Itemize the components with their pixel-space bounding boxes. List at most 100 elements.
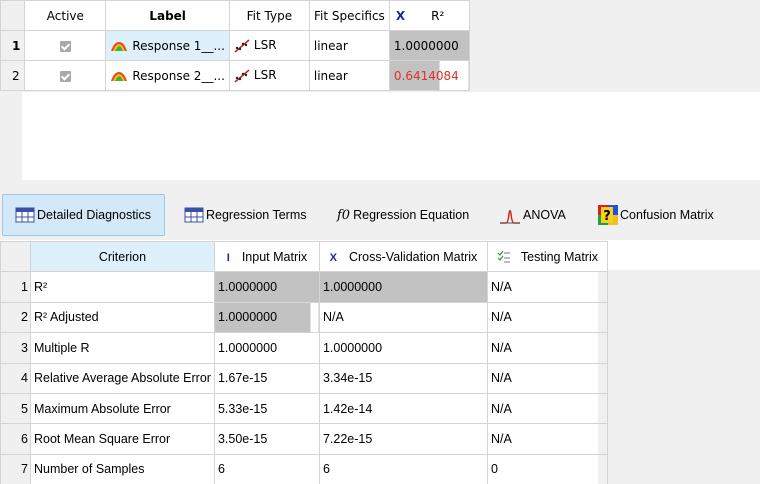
- tab-label: Regression Equation: [353, 208, 470, 222]
- testing-matrix-cell[interactable]: N/A: [486, 362, 608, 394]
- table-row[interactable]: 1 R² 1.0000000 1.0000000 N/A: [0, 271, 608, 303]
- table-row[interactable]: 2 R² Adjusted 1.0000000 N/A N/A: [0, 301, 608, 334]
- col-header-label[interactable]: Label: [105, 0, 230, 31]
- col-header-r2[interactable]: X R²: [388, 0, 470, 31]
- corner-cell[interactable]: [0, 0, 26, 31]
- criterion-cell[interactable]: Relative Average Absolute Error: [30, 362, 215, 394]
- row-number[interactable]: 2: [0, 301, 31, 334]
- corner-cell[interactable]: [0, 240, 31, 273]
- row-number[interactable]: 1: [0, 30, 26, 61]
- table-row[interactable]: 3 Multiple R 1.0000000 1.0000000 N/A: [0, 332, 608, 364]
- criterion-cell[interactable]: Multiple R: [30, 332, 215, 364]
- active-cell[interactable]: [24, 60, 107, 91]
- row-number[interactable]: 6: [0, 423, 31, 455]
- col-header-active[interactable]: Active: [24, 0, 107, 31]
- testing-matrix-cell[interactable]: 0: [486, 453, 608, 484]
- cross-validation-cell[interactable]: N/A: [318, 301, 488, 334]
- lsr-fit-icon: [234, 69, 250, 83]
- cross-validation-cell[interactable]: 1.0000000: [318, 332, 488, 364]
- table-row[interactable]: 7 Number of Samples 6 6 0: [0, 453, 608, 484]
- active-checkbox[interactable]: [59, 40, 71, 52]
- checklist-icon: [497, 251, 510, 263]
- testing-matrix-cell[interactable]: N/A: [486, 392, 608, 425]
- input-matrix-cell[interactable]: 5.33e-15: [213, 392, 320, 425]
- table-row[interactable]: 1 Response 1__... LSR linear 1.0000000: [0, 30, 470, 61]
- tab-confusion-matrix[interactable]: ? Confusion Matrix: [598, 194, 714, 236]
- response-table-header: Active Label Fit Type Fit Specifics X R²: [0, 0, 470, 31]
- criterion-cell[interactable]: Root Mean Square Error: [30, 423, 215, 455]
- cross-validation-cell[interactable]: 1.0000000: [318, 271, 488, 303]
- cross-validation-cell[interactable]: 1.42e-14: [318, 392, 488, 425]
- input-matrix-cell[interactable]: 1.67e-15: [213, 362, 320, 394]
- function-icon: f0: [337, 207, 351, 223]
- response-grid-area: Active Label Fit Type Fit Specifics X R² …: [0, 0, 760, 180]
- diagnostics-table: Criterion I Input Matrix X Cross-Validatio…: [0, 240, 608, 484]
- tab-anova[interactable]: ANOVA: [499, 194, 566, 236]
- col-header-fit-type[interactable]: Fit Type: [228, 0, 310, 31]
- row-number[interactable]: 4: [0, 362, 31, 394]
- cross-validation-cell[interactable]: 3.34e-15: [318, 362, 488, 394]
- label-cell[interactable]: Response 2__...: [105, 60, 230, 91]
- input-matrix-cell[interactable]: 1.0000000: [213, 332, 320, 364]
- table-row[interactable]: 5 Maximum Absolute Error 5.33e-15 1.42e-…: [0, 392, 608, 425]
- response-surface-icon: [111, 71, 128, 81]
- x-matrix-icon: X: [395, 8, 406, 23]
- cross-validation-cell[interactable]: 7.22e-15: [318, 423, 488, 455]
- tab-label: ANOVA: [523, 208, 566, 222]
- col-header-criterion[interactable]: Criterion: [30, 240, 215, 273]
- row-number[interactable]: 1: [0, 271, 31, 303]
- col-header-fit-specifics[interactable]: Fit Specifics: [308, 0, 390, 31]
- active-cell[interactable]: [24, 30, 107, 61]
- row-number[interactable]: 3: [0, 332, 31, 364]
- r2-cell[interactable]: 0.6414084: [388, 60, 470, 91]
- col-header-testing-matrix[interactable]: Testing Matrix: [486, 240, 608, 273]
- criterion-cell[interactable]: R² Adjusted: [30, 301, 215, 334]
- col-header-label: Input Matrix: [241, 249, 308, 264]
- testing-matrix-cell[interactable]: N/A: [486, 301, 608, 334]
- fit-type-text: LSR: [253, 38, 277, 53]
- input-matrix-cell[interactable]: 1.0000000: [213, 271, 320, 303]
- svg-text:?: ?: [603, 209, 611, 224]
- criterion-cell[interactable]: Maximum Absolute Error: [30, 392, 215, 425]
- col-header-r2-label: R²: [431, 8, 445, 23]
- row-number[interactable]: 5: [0, 392, 31, 425]
- col-header-input-matrix[interactable]: I Input Matrix: [213, 240, 320, 273]
- fit-specifics-cell[interactable]: linear: [308, 60, 390, 91]
- input-matrix-icon: I: [226, 251, 230, 264]
- table-row[interactable]: 2 Response 2__... LSR linear 0.6414084: [0, 60, 470, 91]
- criterion-cell[interactable]: Number of Samples: [30, 453, 215, 484]
- r2-cell[interactable]: 1.0000000: [388, 30, 470, 61]
- diagnostics-table-header: Criterion I Input Matrix X Cross-Validatio…: [0, 240, 608, 273]
- active-checkbox[interactable]: [59, 70, 71, 82]
- label-text: Response 1__...: [132, 38, 225, 53]
- tab-label: Detailed Diagnostics: [37, 208, 151, 222]
- row-number[interactable]: 2: [0, 60, 26, 91]
- col-header-label: Testing Matrix: [520, 249, 598, 264]
- tab-regression-equation[interactable]: f0 Regression Equation: [337, 194, 469, 236]
- fit-type-cell[interactable]: LSR: [228, 30, 310, 61]
- lsr-fit-icon: [234, 39, 250, 53]
- response-table: Active Label Fit Type Fit Specifics X R² …: [0, 0, 470, 91]
- response-surface-icon: [111, 41, 128, 51]
- input-matrix-cell[interactable]: 1.0000000: [213, 301, 320, 334]
- tab-label: Regression Terms: [206, 208, 307, 222]
- grid-table-icon: [184, 207, 204, 223]
- testing-matrix-cell[interactable]: N/A: [486, 423, 608, 455]
- testing-matrix-cell[interactable]: N/A: [486, 271, 608, 303]
- input-matrix-cell[interactable]: 3.50e-15: [213, 423, 320, 455]
- input-matrix-cell[interactable]: 6: [213, 453, 320, 484]
- fit-type-cell[interactable]: LSR: [228, 60, 310, 91]
- tab-detailed-diagnostics[interactable]: Detailed Diagnostics: [2, 194, 165, 236]
- label-cell[interactable]: Response 1__...: [105, 30, 230, 61]
- tab-regression-terms[interactable]: Regression Terms: [184, 194, 307, 236]
- fit-specifics-cell[interactable]: linear: [308, 30, 390, 61]
- table-row[interactable]: 6 Root Mean Square Error 3.50e-15 7.22e-…: [0, 423, 608, 455]
- grid-empty-space: [22, 92, 760, 180]
- row-number[interactable]: 7: [0, 453, 31, 484]
- criterion-cell[interactable]: R²: [30, 271, 215, 303]
- col-header-cross-validation[interactable]: X Cross-Validation Matrix: [318, 240, 488, 273]
- label-text: Response 2__...: [132, 68, 225, 83]
- testing-matrix-cell[interactable]: N/A: [486, 332, 608, 364]
- table-row[interactable]: 4 Relative Average Absolute Error 1.67e-…: [0, 362, 608, 394]
- cross-validation-cell[interactable]: 6: [318, 453, 488, 484]
